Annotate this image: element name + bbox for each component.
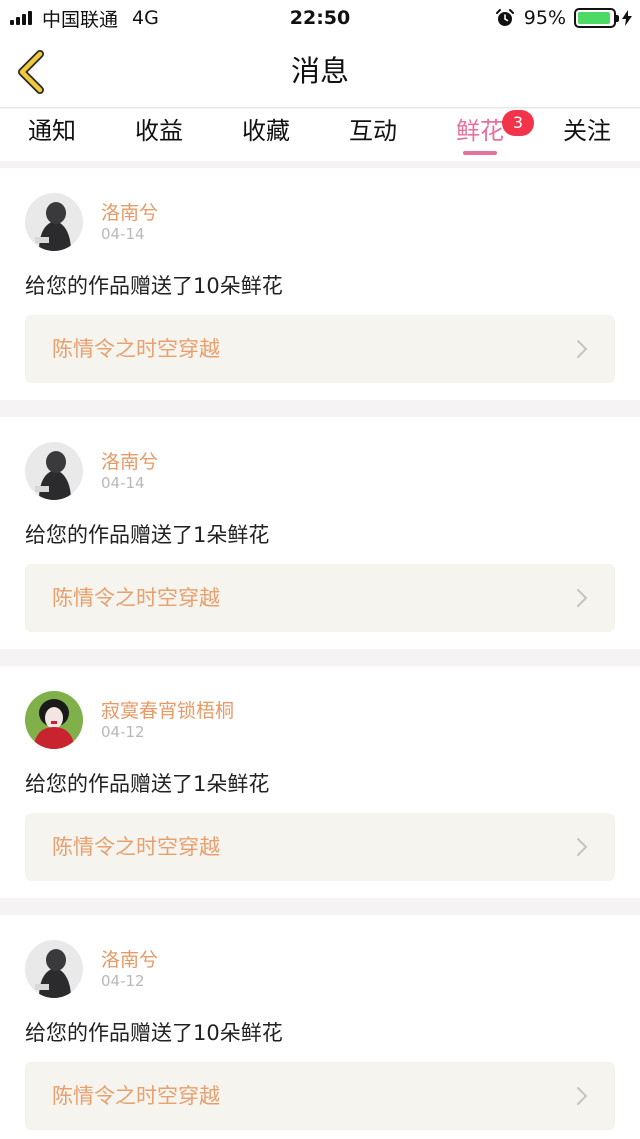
- username[interactable]: 寂寞春宵锁梧桐: [101, 696, 234, 723]
- page-title: 消息: [290, 54, 349, 88]
- message-text: 给您的作品赠送了1朵鲜花: [25, 523, 270, 547]
- chevron-right-icon: [577, 838, 588, 856]
- avatar-dark-figure-icon: [25, 442, 83, 500]
- tab-follows[interactable]: 关注: [534, 109, 640, 161]
- work-link[interactable]: 陈情令之时空穿越: [25, 1062, 615, 1130]
- list-item: 洛南兮 04-12 给您的作品赠送了10朵鲜花 陈情令之时空穿越: [0, 915, 640, 1139]
- avatar-red-opera-icon: [25, 691, 83, 749]
- unread-badge: 3: [502, 110, 534, 136]
- message-text: 给您的作品赠送了10朵鲜花: [25, 274, 283, 298]
- work-link[interactable]: 陈情令之时空穿越: [25, 564, 615, 632]
- message-list: 洛南兮 04-14 给您的作品赠送了10朵鲜花 陈情令之时空穿越 洛南兮 04-…: [0, 168, 640, 1139]
- message-date: 04-14: [101, 474, 145, 492]
- message-text: 给您的作品赠送了1朵鲜花: [25, 772, 270, 796]
- avatar[interactable]: [25, 193, 83, 251]
- chevron-right-icon: [577, 589, 588, 607]
- message-date: 04-14: [101, 225, 145, 243]
- avatar[interactable]: [25, 442, 83, 500]
- work-link[interactable]: 陈情令之时空穿越: [25, 813, 615, 881]
- tab-interactions[interactable]: 互动: [320, 109, 426, 161]
- tab-label: 通知: [28, 117, 76, 145]
- chevron-right-icon: [577, 1087, 588, 1105]
- list-item: 寂寞春宵锁梧桐 04-12 给您的作品赠送了1朵鲜花 陈情令之时空穿越: [0, 666, 640, 898]
- username[interactable]: 洛南兮: [101, 945, 158, 972]
- tab-label: 关注: [563, 117, 611, 145]
- work-title: 陈情令之时空穿越: [52, 337, 220, 361]
- battery-icon: [574, 8, 619, 28]
- status-right: 95%: [495, 0, 632, 36]
- alarm-clock-icon: [495, 9, 514, 26]
- tab-label: 收益: [135, 117, 183, 145]
- list-item: 洛南兮 04-14 给您的作品赠送了1朵鲜花 陈情令之时空穿越: [0, 417, 640, 649]
- work-link[interactable]: 陈情令之时空穿越: [25, 315, 615, 383]
- work-title: 陈情令之时空穿越: [52, 586, 220, 610]
- status-bar: 中国联通 4G 22:50 95%: [0, 0, 640, 36]
- message-text: 给您的作品赠送了10朵鲜花: [25, 1021, 283, 1045]
- tab-earnings[interactable]: 收益: [106, 109, 212, 161]
- battery-percent: 95%: [523, 7, 566, 29]
- tab-label-wrap: 鲜花 3: [456, 110, 534, 145]
- tab-flowers[interactable]: 鲜花 3: [427, 109, 534, 161]
- tab-label: 互动: [349, 117, 397, 145]
- username[interactable]: 洛南兮: [101, 198, 158, 225]
- message-date: 04-12: [101, 972, 145, 990]
- tab-bar: 通知 收益 收藏 互动 鲜花 3 关注: [0, 109, 640, 161]
- username[interactable]: 洛南兮: [101, 447, 158, 474]
- avatar[interactable]: [25, 940, 83, 998]
- tab-favorites[interactable]: 收藏: [213, 109, 319, 161]
- list-item: 洛南兮 04-14 给您的作品赠送了10朵鲜花 陈情令之时空穿越: [0, 168, 640, 400]
- work-title: 陈情令之时空穿越: [52, 1084, 220, 1108]
- avatar-dark-figure-icon: [25, 940, 83, 998]
- work-title: 陈情令之时空穿越: [52, 835, 220, 859]
- active-tab-indicator: [463, 151, 497, 155]
- chevron-right-icon: [577, 340, 588, 358]
- avatar-dark-figure-icon: [25, 193, 83, 251]
- charging-bolt-icon: [622, 10, 632, 26]
- tab-label: 收藏: [242, 117, 290, 145]
- avatar[interactable]: [25, 691, 83, 749]
- message-date: 04-12: [101, 723, 145, 741]
- nav-bar: 消息: [0, 36, 640, 108]
- tab-label: 鲜花: [456, 117, 504, 145]
- tab-notifications[interactable]: 通知: [0, 109, 104, 161]
